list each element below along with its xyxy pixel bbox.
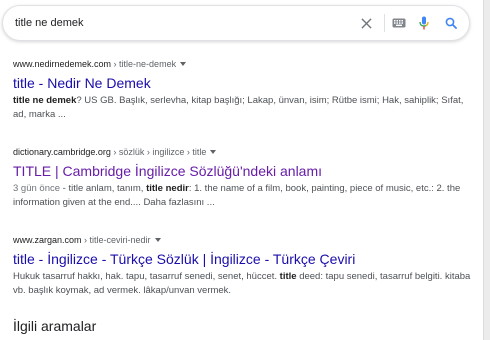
microphone-icon[interactable]	[416, 15, 432, 31]
search-result: dictionary.cambridge.org › sözlük › ingi…	[13, 146, 473, 210]
keyboard-icon[interactable]	[391, 15, 407, 31]
snippet-bold: title	[279, 271, 297, 282]
result-path: › title-ceviri-nedir	[81, 235, 151, 245]
snippet-text: ? US GB. Başlık, serlevha, kitap başlığı…	[13, 95, 464, 120]
snippet-bold: title ne demek	[13, 95, 77, 106]
search-result: www.nedirnedemek.com › title-ne-demek ti…	[13, 58, 473, 122]
result-snippet: Hukuk tasarruf hakkı, hak. tapu, tasarru…	[13, 270, 473, 298]
result-title-link[interactable]: TITLE | Cambridge İngilizce Sözlüğü'ndek…	[13, 162, 473, 180]
close-icon[interactable]	[358, 15, 374, 31]
result-snippet: title ne demek? US GB. Başlık, serlevha,…	[13, 94, 473, 122]
result-url[interactable]: dictionary.cambridge.org › sözlük › ingi…	[13, 146, 473, 158]
result-path: › sözlük › ingilizce › title	[110, 147, 207, 157]
chevron-down-icon[interactable]	[210, 150, 217, 154]
snippet-bold: title nedir	[146, 183, 189, 194]
result-url[interactable]: www.nedirnedemek.com › title-ne-demek	[13, 58, 473, 70]
search-box[interactable]	[2, 5, 470, 41]
result-date: 3 gün önce	[13, 183, 61, 194]
search-input[interactable]	[15, 15, 345, 31]
snippet-text: - title anlam, tanım,	[60, 183, 147, 194]
search-divider	[384, 14, 385, 32]
search-result: www.zargan.com › title-ceviri-nedir titl…	[13, 234, 473, 298]
result-site: dictionary.cambridge.org	[13, 147, 111, 157]
result-title-link[interactable]: title - İngilizce - Türkçe Sözlük | İngi…	[13, 250, 473, 268]
result-snippet: 3 gün önce - title anlam, tanım, title n…	[13, 182, 473, 210]
result-url[interactable]: www.zargan.com › title-ceviri-nedir	[13, 234, 473, 246]
result-path: › title-ne-demek	[111, 59, 177, 69]
related-searches-heading: İlgili aramalar	[13, 318, 97, 334]
result-site: www.nedirnedemek.com	[13, 59, 112, 69]
snippet-text: Hukuk tasarruf hakkı, hak. tapu, tasarru…	[13, 271, 280, 282]
search-icon[interactable]	[443, 15, 459, 31]
scrollbar-track[interactable]	[483, 0, 490, 340]
result-title-link[interactable]: title - Nedir Ne Demek	[13, 74, 473, 92]
chevron-down-icon[interactable]	[180, 62, 187, 66]
chevron-down-icon[interactable]	[154, 238, 161, 242]
result-site: www.zargan.com	[13, 235, 82, 245]
